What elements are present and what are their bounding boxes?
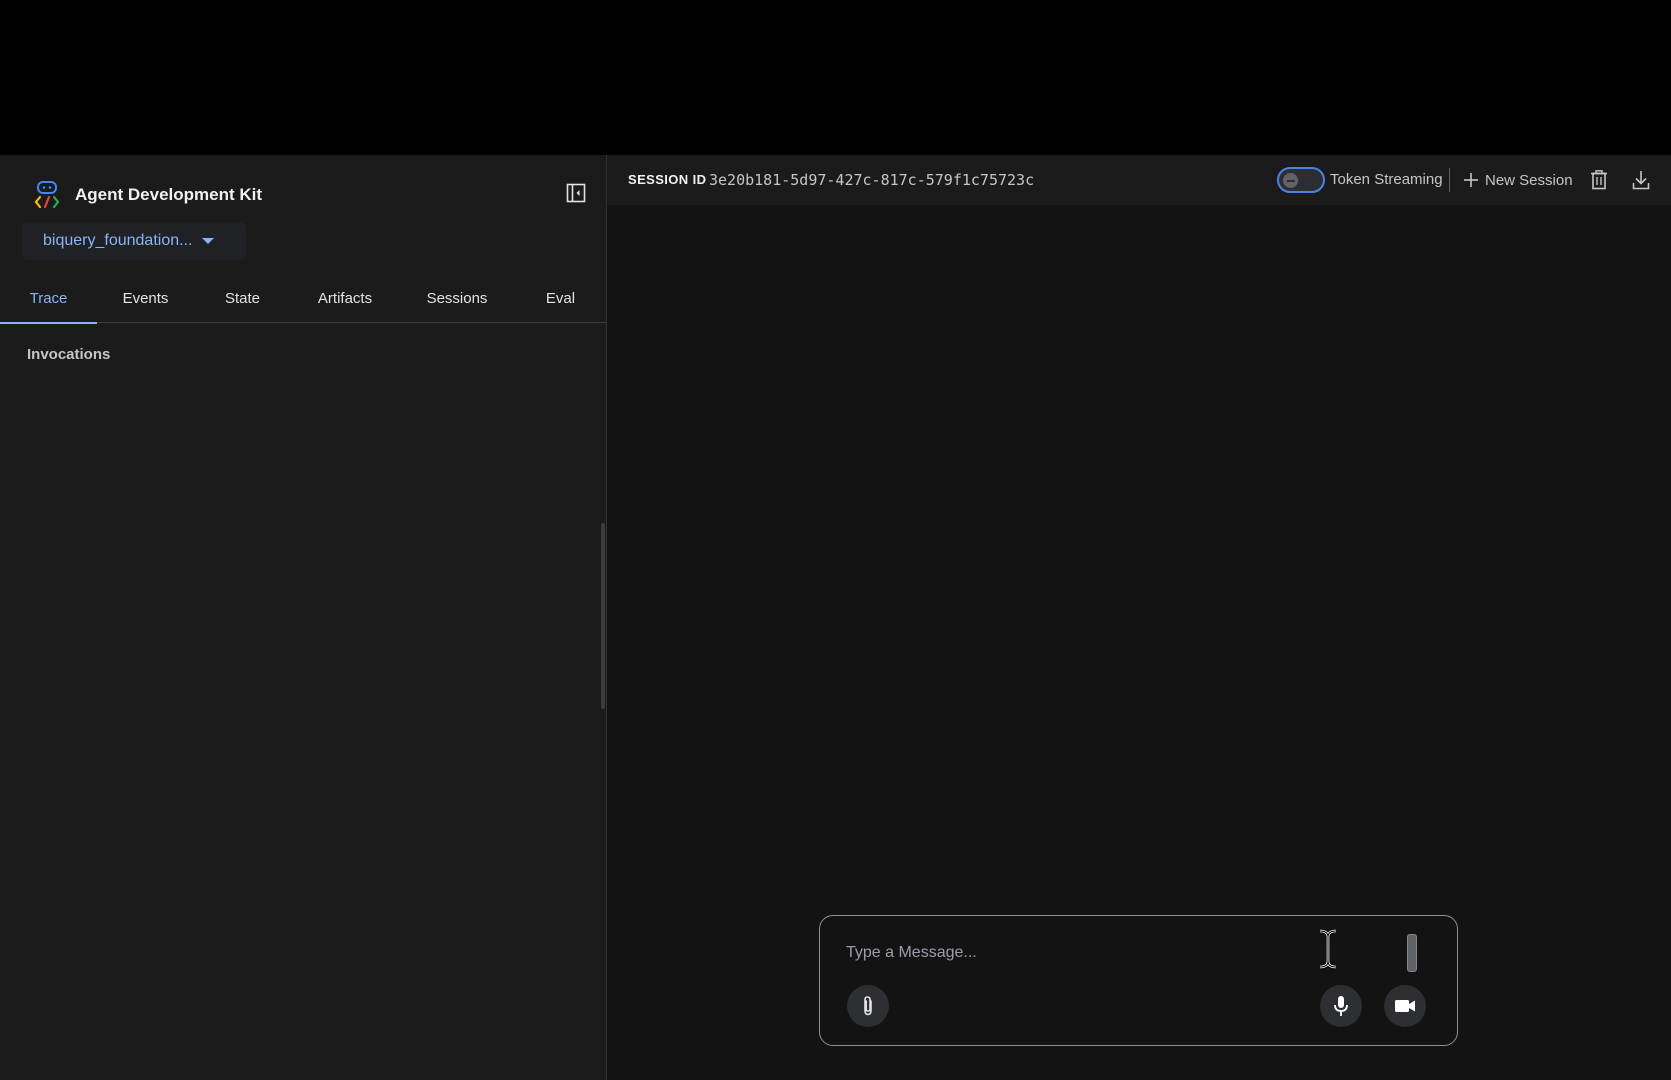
attach-file-button[interactable] bbox=[847, 985, 889, 1027]
paperclip-icon bbox=[864, 996, 872, 1016]
agent-select-value: biquery_foundation... bbox=[43, 232, 193, 249]
main-panel: SESSION ID 3e20b181-5d97-427c-817c-579f1… bbox=[607, 155, 1671, 1080]
session-id-label: SESSION ID bbox=[628, 172, 707, 187]
token-streaming-label: Token Streaming bbox=[1330, 171, 1443, 188]
token-streaming-toggle[interactable] bbox=[1277, 167, 1325, 193]
tab-state[interactable]: State bbox=[194, 273, 291, 323]
new-session-button[interactable]: New Session bbox=[1463, 168, 1573, 192]
brand: Agent Development Kit bbox=[33, 177, 262, 213]
toggle-knob bbox=[1283, 173, 1298, 188]
microphone-button[interactable] bbox=[1320, 985, 1362, 1027]
video-camera-icon bbox=[1395, 1000, 1415, 1012]
sidebar-tabs: Trace Events State Artifacts Sessions Ev… bbox=[0, 273, 606, 324]
adk-logo-icon bbox=[34, 181, 60, 209]
tab-eval[interactable]: Eval bbox=[515, 273, 606, 323]
message-input[interactable] bbox=[846, 936, 1286, 970]
message-composer bbox=[819, 915, 1458, 1046]
app-title: Agent Development Kit bbox=[75, 185, 263, 204]
header-divider bbox=[1449, 168, 1450, 192]
download-icon bbox=[1632, 171, 1650, 190]
tab-trace[interactable]: Trace bbox=[0, 273, 97, 324]
microphone-icon bbox=[1334, 996, 1348, 1016]
download-session-button[interactable] bbox=[1630, 169, 1652, 191]
tab-artifacts[interactable]: Artifacts bbox=[291, 273, 399, 323]
plus-icon bbox=[1464, 173, 1478, 187]
session-header: SESSION ID 3e20b181-5d97-427c-817c-579f1… bbox=[607, 155, 1671, 205]
sidebar-resize-handle[interactable] bbox=[601, 523, 605, 709]
session-id-value: 3e20b181-5d97-427c-817c-579f1c75723c bbox=[709, 171, 1035, 189]
sidebar-collapse-button[interactable] bbox=[565, 182, 587, 204]
caret-down-icon bbox=[202, 238, 215, 244]
tab-events[interactable]: Events bbox=[97, 273, 194, 323]
top-black-area bbox=[0, 0, 1671, 155]
app-window: Agent Development Kit biquery_foundation… bbox=[0, 155, 1671, 1080]
video-button[interactable] bbox=[1384, 985, 1426, 1027]
composer-scrollbar[interactable] bbox=[1407, 934, 1417, 972]
sidebar: Agent Development Kit biquery_foundation… bbox=[0, 155, 607, 1080]
tab-sessions[interactable]: Sessions bbox=[399, 273, 515, 323]
invocations-heading: Invocations bbox=[27, 346, 111, 363]
new-session-label: New Session bbox=[1485, 171, 1573, 189]
sidebar-collapse-icon bbox=[566, 183, 586, 203]
agent-select[interactable]: biquery_foundation... bbox=[22, 222, 246, 260]
delete-session-button[interactable] bbox=[1588, 169, 1610, 191]
text-cursor-icon bbox=[1319, 929, 1337, 969]
trash-icon bbox=[1591, 170, 1607, 190]
